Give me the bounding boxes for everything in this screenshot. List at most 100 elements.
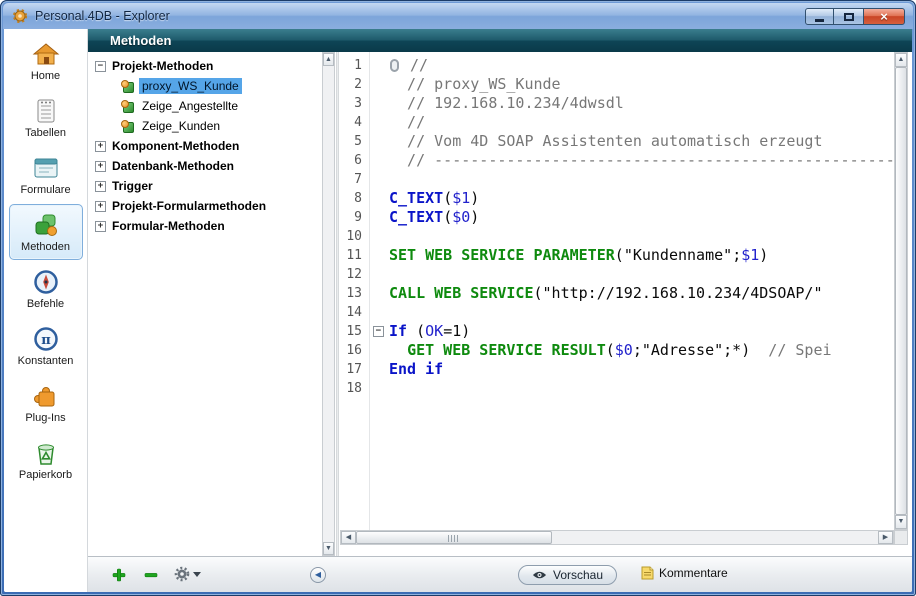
scroll-up-icon[interactable]: ▲ (323, 53, 334, 66)
preview-label: Vorschau (553, 568, 603, 582)
code-line[interactable] (371, 265, 894, 284)
tree-group-row[interactable]: + Formular-Methoden (89, 216, 322, 236)
sidebar-item-methoden[interactable]: Methoden (9, 204, 83, 260)
plus-icon (111, 567, 127, 583)
fold-margin (371, 341, 389, 360)
scroll-down-icon[interactable]: ▼ (895, 515, 907, 529)
editor-hscrollbar[interactable]: ◀ ▶ (340, 530, 894, 545)
sidebar-item-label: Befehle (27, 298, 64, 310)
scroll-up-icon[interactable]: ▲ (895, 53, 907, 67)
fold-collapse-icon[interactable]: − (371, 322, 389, 341)
code-line[interactable]: // (371, 56, 894, 75)
code-line-text: // (389, 56, 428, 75)
code-line-text: // proxy_WS_Kunde (389, 75, 561, 94)
delete-method-button[interactable] (142, 566, 160, 584)
fold-margin (371, 379, 389, 398)
bottom-toolbar: ◀ Vorschau Kommentare (88, 556, 912, 592)
collapse-expander-icon[interactable]: − (95, 61, 106, 72)
collapse-panel-button[interactable]: ◀ (310, 567, 326, 583)
note-icon (640, 566, 654, 580)
tree-method-row[interactable]: Zeige_Kunden (89, 116, 322, 136)
code-line[interactable]: // -------------------------------------… (371, 151, 894, 170)
code-line[interactable]: SET WEB SERVICE PARAMETER("Kundenname";$… (371, 246, 894, 265)
fold-margin (371, 94, 389, 113)
sidebar-item-tabellen[interactable]: Tabellen (9, 90, 83, 146)
method-tree: −Projekt-Methodenproxy_WS_Kunde Zeige_Ang… (89, 52, 322, 556)
editor-vscrollbar[interactable]: ▲ ▼ (894, 52, 908, 530)
code-line[interactable]: −If (OK=1) (371, 322, 894, 341)
expand-expander-icon[interactable]: + (95, 181, 106, 192)
code-editor[interactable]: // // proxy_WS_Kunde // 192.168.10.234/4… (371, 52, 894, 530)
scroll-left-icon[interactable]: ◀ (341, 531, 356, 544)
hscroll-track[interactable] (356, 531, 878, 544)
panel-splitter[interactable] (336, 52, 339, 556)
code-line[interactable] (371, 227, 894, 246)
sidebar-item-label: Tabellen (25, 127, 66, 139)
fold-margin (371, 284, 389, 303)
sidebar-item-papierkorb[interactable]: Papierkorb (9, 432, 83, 488)
sidebar-item-plugins[interactable]: Plug-Ins (9, 375, 83, 431)
line-number: 13 (340, 284, 369, 303)
tree-method-row[interactable]: proxy_WS_Kunde (89, 76, 322, 96)
fold-margin (371, 56, 389, 75)
code-line[interactable]: // (371, 113, 894, 132)
line-number: 12 (340, 265, 369, 284)
expand-expander-icon[interactable]: + (95, 221, 106, 232)
code-line[interactable]: // 192.168.10.234/4dwsdl (371, 94, 894, 113)
window-controls: × (805, 8, 905, 25)
titlebar[interactable]: Personal.4DB - Explorer × (3, 3, 913, 29)
tree-group-row[interactable]: + Komponent-Methoden (89, 136, 322, 156)
vscroll-thumb[interactable] (895, 67, 907, 515)
tables-icon (31, 97, 61, 125)
code-line[interactable]: C_TEXT($0) (371, 208, 894, 227)
scroll-corner (894, 530, 908, 545)
code-line[interactable]: GET WEB SERVICE RESULT($0;"Adresse";*) /… (371, 341, 894, 360)
tree-group-row[interactable]: +Datenbank-Methoden (89, 156, 322, 176)
hscroll-thumb[interactable] (356, 531, 552, 544)
code-line[interactable]: // proxy_WS_Kunde (371, 75, 894, 94)
code-line[interactable] (371, 170, 894, 189)
scroll-down-icon[interactable]: ▼ (323, 542, 334, 555)
code-line[interactable]: CALL WEB SERVICE("http://192.168.10.234/… (371, 284, 894, 303)
panel-header: Methoden (88, 29, 912, 52)
vscroll-track[interactable] (895, 67, 907, 515)
minimize-button[interactable] (805, 8, 834, 25)
tree-group-row[interactable]: −Projekt-Methoden (89, 56, 322, 76)
sidebar-item-befehle[interactable]: Befehle (9, 261, 83, 317)
expand-expander-icon[interactable]: + (95, 141, 106, 152)
code-line[interactable] (371, 379, 894, 398)
tree-method-label: Zeige_Angestellte (139, 98, 241, 114)
scroll-right-icon[interactable]: ▶ (878, 531, 893, 544)
sidebar-item-konstanten[interactable]: π Konstanten (9, 318, 83, 374)
eye-icon (532, 570, 547, 580)
tree-group-label: Komponent-Methoden (112, 139, 239, 153)
forms-icon (31, 154, 61, 182)
collapsed-marker-icon[interactable] (390, 59, 399, 72)
code-lines: // // proxy_WS_Kunde // 192.168.10.234/4… (371, 56, 894, 398)
svg-text:π: π (41, 333, 51, 348)
code-line[interactable]: C_TEXT($1) (371, 189, 894, 208)
expand-expander-icon[interactable]: + (95, 161, 106, 172)
maximize-button[interactable] (834, 8, 863, 25)
sidebar-item-formulare[interactable]: Formulare (9, 147, 83, 203)
preview-button[interactable]: Vorschau (518, 565, 617, 585)
sidebar-item-home[interactable]: Home (9, 33, 83, 89)
line-number: 2 (340, 75, 369, 94)
tree-group-row[interactable]: +Projekt-Formularmethoden (89, 196, 322, 216)
close-button[interactable]: × (863, 8, 905, 25)
code-line[interactable] (371, 303, 894, 322)
tree-scrollbar[interactable]: ▲ ▼ (322, 52, 335, 556)
tree-method-row[interactable]: Zeige_Angestellte (89, 96, 322, 116)
code-line[interactable]: // Vom 4D SOAP Assistenten automatisch e… (371, 132, 894, 151)
comments-button[interactable]: Kommentare (640, 566, 728, 580)
sidebar-item-label: Papierkorb (19, 469, 72, 481)
expand-expander-icon[interactable]: + (95, 201, 106, 212)
tree-group-row[interactable]: +Trigger (89, 176, 322, 196)
dropdown-arrow-icon (193, 572, 201, 577)
add-method-button[interactable] (110, 566, 128, 584)
window-content: Home Tabellen (4, 29, 912, 592)
actions-menu-button[interactable] (174, 566, 201, 582)
tree-group-label: Formular-Methoden (112, 219, 225, 233)
code-line[interactable]: End if (371, 360, 894, 379)
fold-margin (371, 265, 389, 284)
